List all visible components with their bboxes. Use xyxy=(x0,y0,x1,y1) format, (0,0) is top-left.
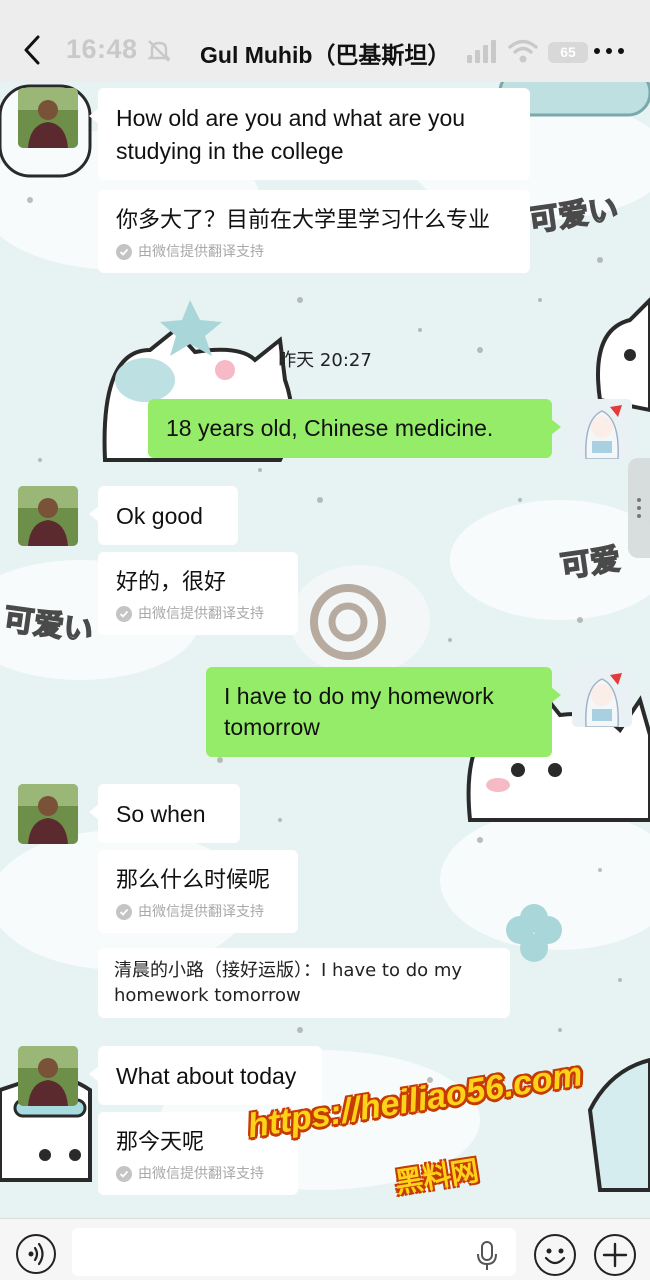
message-bubble-incoming[interactable]: Ok good xyxy=(89,486,238,545)
message-bubble-incoming[interactable]: How old are you and what are you studyin… xyxy=(89,88,530,180)
message-bubble-incoming[interactable]: So when xyxy=(89,784,240,843)
message-bubble-outgoing[interactable]: 18 years old, Chinese medicine. xyxy=(148,399,561,458)
status-time: 16:48 xyxy=(66,34,138,64)
check-icon xyxy=(116,606,132,622)
translation-text: 那么什么时候呢 xyxy=(116,868,271,893)
contact-avatar[interactable] xyxy=(18,1046,78,1106)
translation-note: 由微信提供翻译支持 xyxy=(116,243,512,261)
translation-bubble[interactable]: 你多大了？目前在大学里学习什么专业 由微信提供翻译支持 xyxy=(98,190,530,273)
voice-icon xyxy=(28,1242,44,1266)
message-bubble-outgoing[interactable]: I have to do my homework tomorrow xyxy=(206,667,561,757)
mic-icon[interactable] xyxy=(476,1240,498,1272)
wifi-icon xyxy=(508,39,538,63)
translation-note-text: 由微信提供翻译支持 xyxy=(138,606,264,622)
my-avatar[interactable] xyxy=(572,667,632,727)
signal-icon xyxy=(467,40,496,63)
message-text: I have to do my homework tomorrow xyxy=(224,683,494,740)
translation-text: 你多大了？目前在大学里学习什么专业 xyxy=(116,208,491,233)
translation-bubble[interactable]: 好的，很好 由微信提供翻译支持 xyxy=(98,552,298,635)
message-timestamp: 昨天 20:27 xyxy=(278,350,372,371)
battery-indicator: 65 xyxy=(548,42,588,63)
translation-text: 好的，很好 xyxy=(116,570,227,595)
contact-avatar[interactable] xyxy=(18,88,78,148)
message-text: How old are you and what are you studyin… xyxy=(116,105,466,164)
message-bubble-incoming[interactable]: What about today xyxy=(89,1046,322,1105)
message-input[interactable] xyxy=(72,1228,516,1276)
contact-avatar[interactable] xyxy=(18,784,78,844)
translation-note: 由微信提供翻译支持 xyxy=(116,605,280,623)
check-icon xyxy=(116,904,132,920)
contact-avatar[interactable] xyxy=(18,486,78,546)
more-button[interactable] xyxy=(594,40,624,62)
translation-note: 由微信提供翻译支持 xyxy=(116,903,280,921)
translation-note: 由微信提供翻译支持 xyxy=(116,1165,280,1183)
side-drawer-handle[interactable] xyxy=(628,458,650,558)
plus-icon xyxy=(602,1242,628,1268)
message-text: So when xyxy=(116,801,206,827)
back-button[interactable] xyxy=(14,30,50,70)
emoji-icon xyxy=(544,1248,566,1265)
my-avatar[interactable] xyxy=(572,399,632,459)
wallpaper-sticker-text: 可爱 xyxy=(558,541,624,586)
emoji-button[interactable] xyxy=(534,1234,576,1276)
translation-bubble[interactable]: 那么什么时候呢 由微信提供翻译支持 xyxy=(98,850,298,933)
check-icon xyxy=(116,244,132,260)
message-text: What about today xyxy=(116,1063,297,1089)
quoted-message[interactable]: 清晨的小路（接好运版）：I have to do my homework tom… xyxy=(98,948,510,1018)
message-text: Ok good xyxy=(116,503,203,529)
mute-bell-icon xyxy=(147,40,171,62)
check-icon xyxy=(116,1166,132,1182)
more-icon xyxy=(594,48,600,54)
chat-header: 16:48 Gul Muhib（巴基斯坦） 65 xyxy=(0,0,650,82)
message-text: 18 years old, Chinese medicine. xyxy=(166,415,494,441)
translation-note-text: 由微信提供翻译支持 xyxy=(138,1166,264,1182)
back-arrow-icon xyxy=(24,35,40,65)
chat-title: Gul Muhib（巴基斯坦） xyxy=(200,42,451,68)
translation-note-text: 由微信提供翻译支持 xyxy=(138,904,264,920)
voice-button[interactable] xyxy=(16,1234,56,1274)
translation-note-text: 由微信提供翻译支持 xyxy=(138,244,264,260)
quoted-message-text: 清晨的小路（接好运版）：I have to do my homework tom… xyxy=(114,960,463,1006)
plus-button[interactable] xyxy=(594,1234,636,1276)
